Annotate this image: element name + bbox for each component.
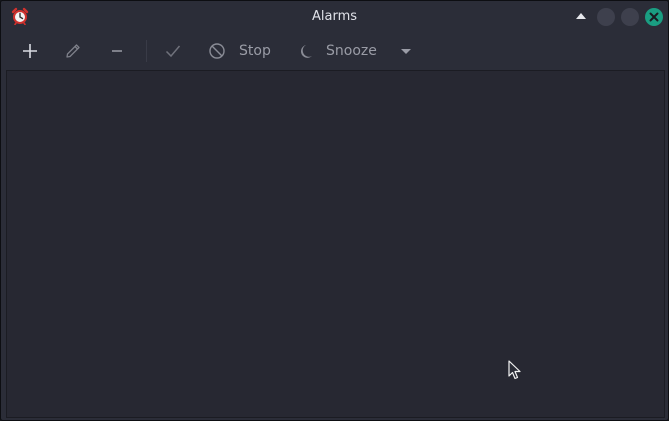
edit-alarm-button[interactable] — [64, 40, 82, 62]
snooze-button[interactable]: Snooze — [298, 40, 377, 62]
alarms-window: Alarms Stop Snooze — [0, 0, 669, 421]
maximize-button[interactable] — [621, 8, 639, 26]
delete-alarm-button[interactable] — [108, 40, 126, 62]
toolbar: Stop Snooze — [1, 32, 668, 69]
triangle-down-icon — [401, 49, 411, 54]
snooze-label: Snooze — [326, 43, 377, 59]
checkmark-icon — [165, 45, 181, 58]
alarm-list[interactable] — [6, 70, 665, 418]
toolbar-separator — [146, 40, 147, 62]
triangle-up-icon[interactable] — [576, 13, 586, 19]
stop-label: Stop — [239, 43, 271, 59]
stop-button[interactable]: Stop — [208, 40, 271, 62]
title-bar[interactable]: Alarms — [1, 1, 668, 32]
close-icon — [649, 12, 659, 22]
window-title: Alarms — [311, 9, 358, 24]
mouse-pointer-icon — [508, 360, 521, 380]
new-alarm-button[interactable] — [21, 40, 39, 62]
moon-icon — [300, 45, 312, 58]
acknowledge-button[interactable] — [164, 40, 182, 62]
close-button[interactable] — [645, 8, 663, 26]
minimize-button[interactable] — [597, 8, 615, 26]
snooze-menu-button[interactable] — [400, 40, 412, 62]
plus-icon — [23, 44, 37, 58]
minus-icon — [112, 50, 122, 52]
pencil-icon — [66, 44, 80, 58]
forbidden-icon — [209, 43, 225, 59]
